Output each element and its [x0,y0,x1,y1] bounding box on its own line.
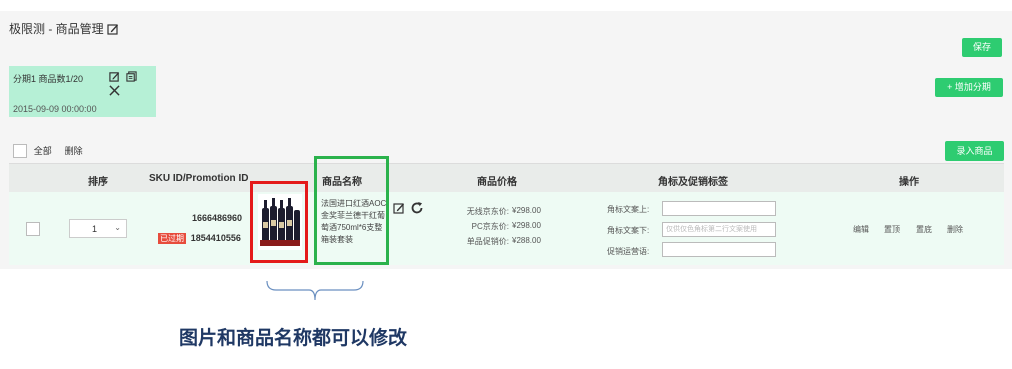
select-all-checkbox[interactable] [13,144,27,159]
bulk-delete-link[interactable]: 删除 [65,146,83,156]
promotion-block: 已过期 1854410556 [158,233,241,244]
pin-bottom-link[interactable]: 置底 [916,224,932,235]
price-value: ¥298.00 [512,221,541,230]
edit-icon[interactable] [393,202,405,217]
annotation-caption: 图片和商品名称都可以修改 [179,328,408,349]
row-checkbox[interactable] [26,222,40,236]
page-title: 极限测 - 商品管理 [9,20,119,38]
promotion-id: 1854410556 [190,233,241,243]
add-period-button[interactable]: + 增加分期 [935,78,1003,97]
period-card-actions [109,71,156,99]
tag-input-top[interactable] [662,201,776,216]
order-select[interactable]: 1 ⌄ [69,219,127,238]
period-card-header: 分期1 商品数1/20 [13,74,84,84]
copy-icon[interactable] [126,71,137,85]
status-badge: 已过期 [158,233,186,244]
price-value: ¥288.00 [512,236,541,245]
order-select-value: 1 [92,224,98,234]
price-value: ¥298.00 [512,206,541,215]
header-ops: 操作 [899,177,919,188]
header-sku: SKU ID/Promotion ID [149,173,249,184]
edit-icon[interactable] [109,71,120,85]
select-all-label: 全部 [33,146,52,156]
period-card-datetime: 2015-09-09 00:00:00 [13,104,97,114]
header-tags: 角标及促销标签 [658,177,728,188]
brace-icon [266,280,364,301]
header-order: 排序 [88,177,108,188]
bulk-actions: 全部 删除 [13,144,83,159]
price-label: 单品促销价: [466,237,509,246]
period-card[interactable]: 分期1 商品数1/20 2015-09-09 00:00:00 [9,66,156,117]
delete-link[interactable]: 删除 [947,224,963,235]
save-button[interactable]: 保存 [962,38,1002,57]
price-label: 无线京东价: [466,207,509,216]
chevron-down-icon: ⌄ [114,223,121,232]
tag-label-top: 角标文案上: [607,205,650,214]
price-list: 无线京东价: ¥298.00 PC京东价: ¥298.00 单品促销价: ¥28… [455,206,555,251]
price-label: PC京东价: [471,222,509,231]
promo-label: 促销运营语: [607,247,650,256]
edit-icon[interactable] [107,23,119,38]
sku-id: 1666486960 [192,213,243,223]
tag-input-bottom[interactable]: 仅供仅色角标第二行文案使用 [662,222,776,237]
name-highlight-box [314,156,389,265]
price-row: PC京东价: ¥298.00 [455,221,555,236]
page-title-text: 极限测 - 商品管理 [9,22,104,36]
price-row: 单品促销价: ¥288.00 [455,236,555,251]
promo-input[interactable] [662,242,776,257]
header-price: 商品价格 [477,177,517,188]
table-header: 排序 SKU ID/Promotion ID 商品名称 商品价格 角标及促销标签… [9,163,1004,193]
pin-top-link[interactable]: 置顶 [884,224,900,235]
refresh-icon[interactable] [410,201,424,218]
tag-label-bottom: 角标文案下: [607,226,650,235]
image-highlight-box [250,181,308,263]
price-row: 无线京东价: ¥298.00 [455,206,555,221]
enter-product-button[interactable]: 录入商品 [945,141,1004,161]
close-icon[interactable] [109,85,120,99]
edit-link[interactable]: 编辑 [853,224,869,235]
